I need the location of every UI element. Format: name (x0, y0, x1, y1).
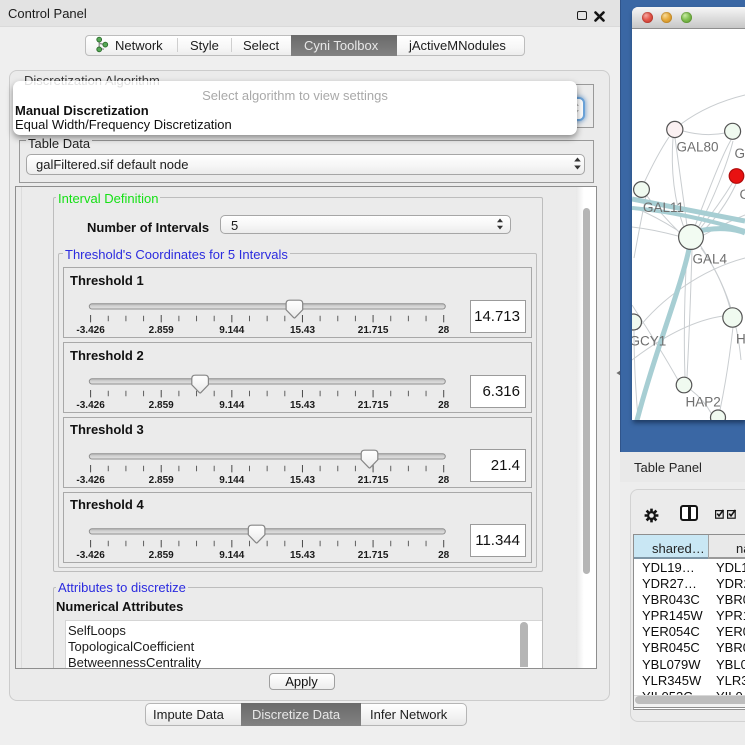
svg-text:HA: HA (736, 332, 745, 347)
svg-text:21.715: 21.715 (358, 550, 389, 561)
svg-text:15.43: 15.43 (290, 325, 315, 336)
svg-text:28: 28 (438, 400, 450, 411)
svg-text:GAL80: GAL80 (677, 140, 719, 155)
svg-text:9.144: 9.144 (219, 550, 244, 561)
svg-text:2.859: 2.859 (149, 325, 174, 336)
svg-text:9.144: 9.144 (219, 325, 244, 336)
svg-text:-3.426: -3.426 (76, 475, 105, 486)
svg-text:-3.426: -3.426 (76, 550, 105, 561)
svg-text:-3.426: -3.426 (76, 400, 105, 411)
svg-text:15.43: 15.43 (290, 400, 315, 411)
svg-text:-3.426: -3.426 (76, 325, 105, 336)
svg-text:HAP2: HAP2 (686, 395, 721, 410)
svg-text:21.715: 21.715 (358, 325, 389, 336)
svg-text:CD: CD (740, 187, 745, 202)
svg-text:28: 28 (438, 475, 450, 486)
svg-text:GAL11: GAL11 (643, 200, 684, 215)
svg-text:GAL4: GAL4 (693, 252, 728, 267)
svg-text:15.43: 15.43 (290, 475, 315, 486)
svg-text:GCY1: GCY1 (632, 334, 666, 349)
svg-text:9.144: 9.144 (219, 400, 244, 411)
svg-text:28: 28 (438, 325, 450, 336)
svg-text:21.715: 21.715 (358, 475, 389, 486)
svg-text:15.43: 15.43 (290, 550, 315, 561)
svg-text:2.859: 2.859 (149, 400, 174, 411)
svg-text:GA: GA (735, 146, 745, 161)
svg-text:9.144: 9.144 (219, 475, 244, 486)
svg-text:2.859: 2.859 (149, 550, 174, 561)
svg-text:21.715: 21.715 (358, 400, 389, 411)
svg-text:2.859: 2.859 (149, 475, 174, 486)
svg-text:28: 28 (438, 550, 450, 561)
